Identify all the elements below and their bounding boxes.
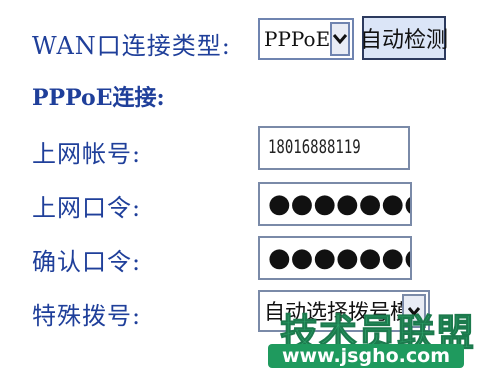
watermark-url: www.jsgho.com bbox=[268, 344, 464, 368]
auto-detect-button[interactable]: 自动检测 bbox=[360, 16, 448, 60]
confirm-password-value: ●●●●●●●●●●●●● bbox=[268, 243, 410, 273]
chevron-down-icon[interactable] bbox=[330, 22, 351, 56]
wan-type-label: WAN口连接类型: bbox=[32, 32, 231, 60]
special-dial-select[interactable]: 自动选择拨号模式 bbox=[258, 290, 430, 332]
wan-type-value: PPPoE bbox=[264, 27, 331, 51]
password-value: ●●●●●●●●●●●●● bbox=[268, 189, 410, 219]
account-input[interactable]: 18016888119 bbox=[258, 126, 410, 170]
pppoe-section-title: PPPoE连接: bbox=[32, 85, 165, 111]
confirm-password-label: 确认口令: bbox=[32, 248, 142, 276]
special-dial-value: 自动选择拨号模式 bbox=[264, 300, 402, 324]
chevron-down-icon[interactable] bbox=[402, 294, 426, 328]
password-input[interactable]: ●●●●●●●●●●●●● bbox=[258, 182, 412, 226]
confirm-password-input[interactable]: ●●●●●●●●●●●●● bbox=[258, 236, 412, 280]
wan-type-select[interactable]: PPPoE bbox=[258, 18, 354, 60]
account-value: 18016888119 bbox=[268, 137, 361, 159]
password-label: 上网口令: bbox=[32, 194, 142, 222]
special-dial-label: 特殊拨号: bbox=[32, 302, 142, 330]
account-label: 上网帐号: bbox=[32, 140, 142, 168]
